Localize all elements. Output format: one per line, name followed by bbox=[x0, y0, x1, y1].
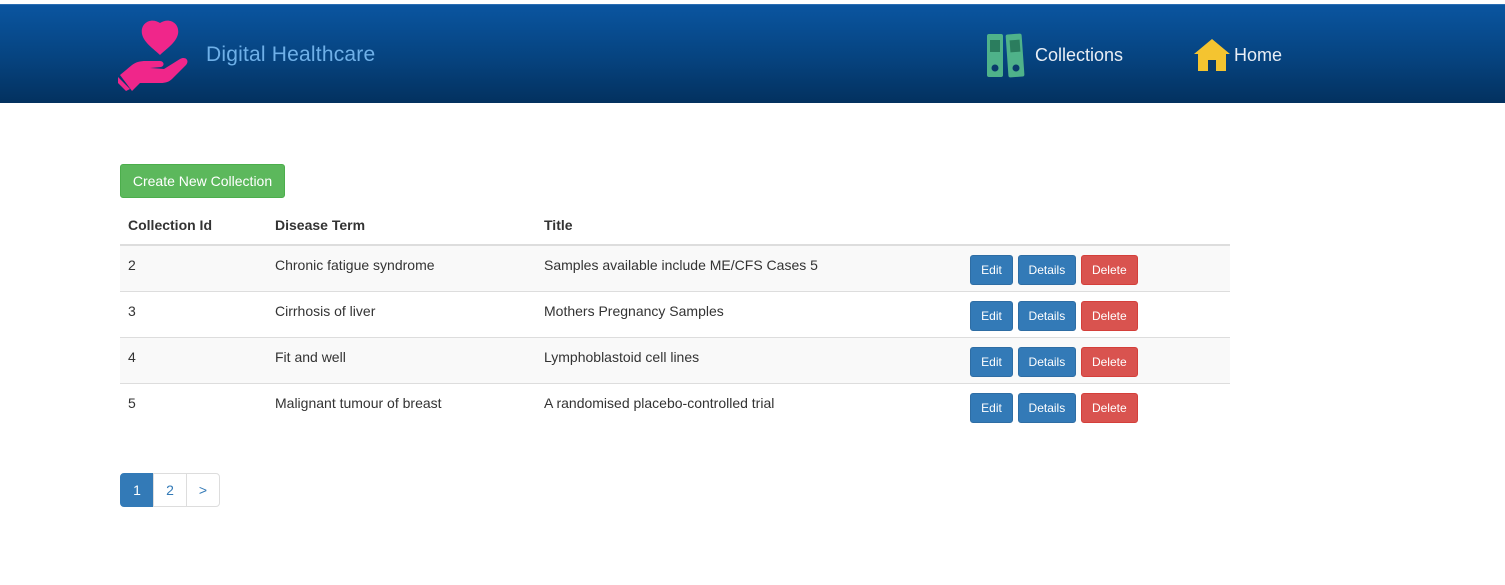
heart-in-hand-logo-icon bbox=[118, 20, 188, 91]
column-header-actions bbox=[962, 206, 1230, 246]
binders-icon bbox=[987, 33, 1025, 78]
create-new-collection-button[interactable]: Create New Collection bbox=[120, 164, 285, 198]
home-icon bbox=[1194, 39, 1230, 71]
table-row: 5 Malignant tumour of breast A randomise… bbox=[120, 382, 1230, 429]
cell-actions: Edit Details Delete bbox=[962, 382, 1230, 429]
nav-collections-link[interactable]: Collections bbox=[986, 32, 1123, 78]
brand-link[interactable]: Digital Healthcare bbox=[118, 19, 375, 91]
edit-button[interactable]: Edit bbox=[970, 255, 1013, 285]
table-header-row: Collection Id Disease Term Title bbox=[120, 206, 1230, 246]
cell-title: Samples available include ME/CFS Cases 5 bbox=[536, 244, 962, 291]
column-header-title: Title bbox=[536, 206, 962, 246]
page-1-link[interactable]: 1 bbox=[120, 473, 154, 507]
table-row: 3 Cirrhosis of liver Mothers Pregnancy S… bbox=[120, 290, 1230, 337]
collections-table: Collection Id Disease Term Title 2 Chron… bbox=[120, 206, 1230, 429]
cell-actions: Edit Details Delete bbox=[962, 290, 1230, 337]
navbar: Digital Healthcare Collections Home bbox=[0, 4, 1505, 103]
cell-disease-term: Chronic fatigue syndrome bbox=[267, 244, 536, 291]
edit-button[interactable]: Edit bbox=[970, 300, 1013, 331]
table-row: 4 Fit and well Lymphoblastoid cell lines… bbox=[120, 336, 1230, 383]
cell-actions: Edit Details Delete bbox=[962, 336, 1230, 383]
details-button[interactable]: Details bbox=[1017, 255, 1076, 285]
next-page-link[interactable]: > bbox=[186, 473, 220, 507]
column-header-disease-term: Disease Term bbox=[267, 206, 536, 246]
delete-button[interactable]: Delete bbox=[1080, 346, 1138, 377]
cell-disease-term: Cirrhosis of liver bbox=[267, 290, 536, 337]
cell-title: A randomised placebo-controlled trial bbox=[536, 382, 962, 429]
table-row: 2 Chronic fatigue syndrome Samples avail… bbox=[120, 244, 1230, 291]
delete-button[interactable]: Delete bbox=[1080, 392, 1138, 423]
cell-disease-term: Fit and well bbox=[267, 336, 536, 383]
nav-home-label: Home bbox=[1234, 44, 1283, 65]
brand-title: Digital Healthcare bbox=[206, 43, 376, 66]
pagination: 1 2 > bbox=[120, 473, 220, 507]
cell-actions: Edit Details Delete bbox=[962, 244, 1230, 291]
column-header-collection-id: Collection Id bbox=[120, 206, 267, 246]
cell-disease-term: Malignant tumour of breast bbox=[267, 382, 536, 429]
cell-collection-id: 2 bbox=[120, 244, 267, 291]
nav-home-link[interactable]: Home bbox=[1193, 38, 1282, 72]
delete-button[interactable]: Delete bbox=[1080, 255, 1138, 285]
cell-collection-id: 5 bbox=[120, 382, 267, 429]
page-2-link[interactable]: 2 bbox=[153, 473, 187, 507]
cell-title: Mothers Pregnancy Samples bbox=[536, 290, 962, 337]
details-button[interactable]: Details bbox=[1017, 392, 1076, 423]
details-button[interactable]: Details bbox=[1017, 346, 1076, 377]
delete-button[interactable]: Delete bbox=[1080, 300, 1138, 331]
edit-button[interactable]: Edit bbox=[970, 392, 1013, 423]
cell-collection-id: 3 bbox=[120, 290, 267, 337]
nav-collections-label: Collections bbox=[1035, 44, 1124, 65]
cell-title: Lymphoblastoid cell lines bbox=[536, 336, 962, 383]
edit-button[interactable]: Edit bbox=[970, 346, 1013, 377]
details-button[interactable]: Details bbox=[1017, 300, 1076, 331]
cell-collection-id: 4 bbox=[120, 336, 267, 383]
